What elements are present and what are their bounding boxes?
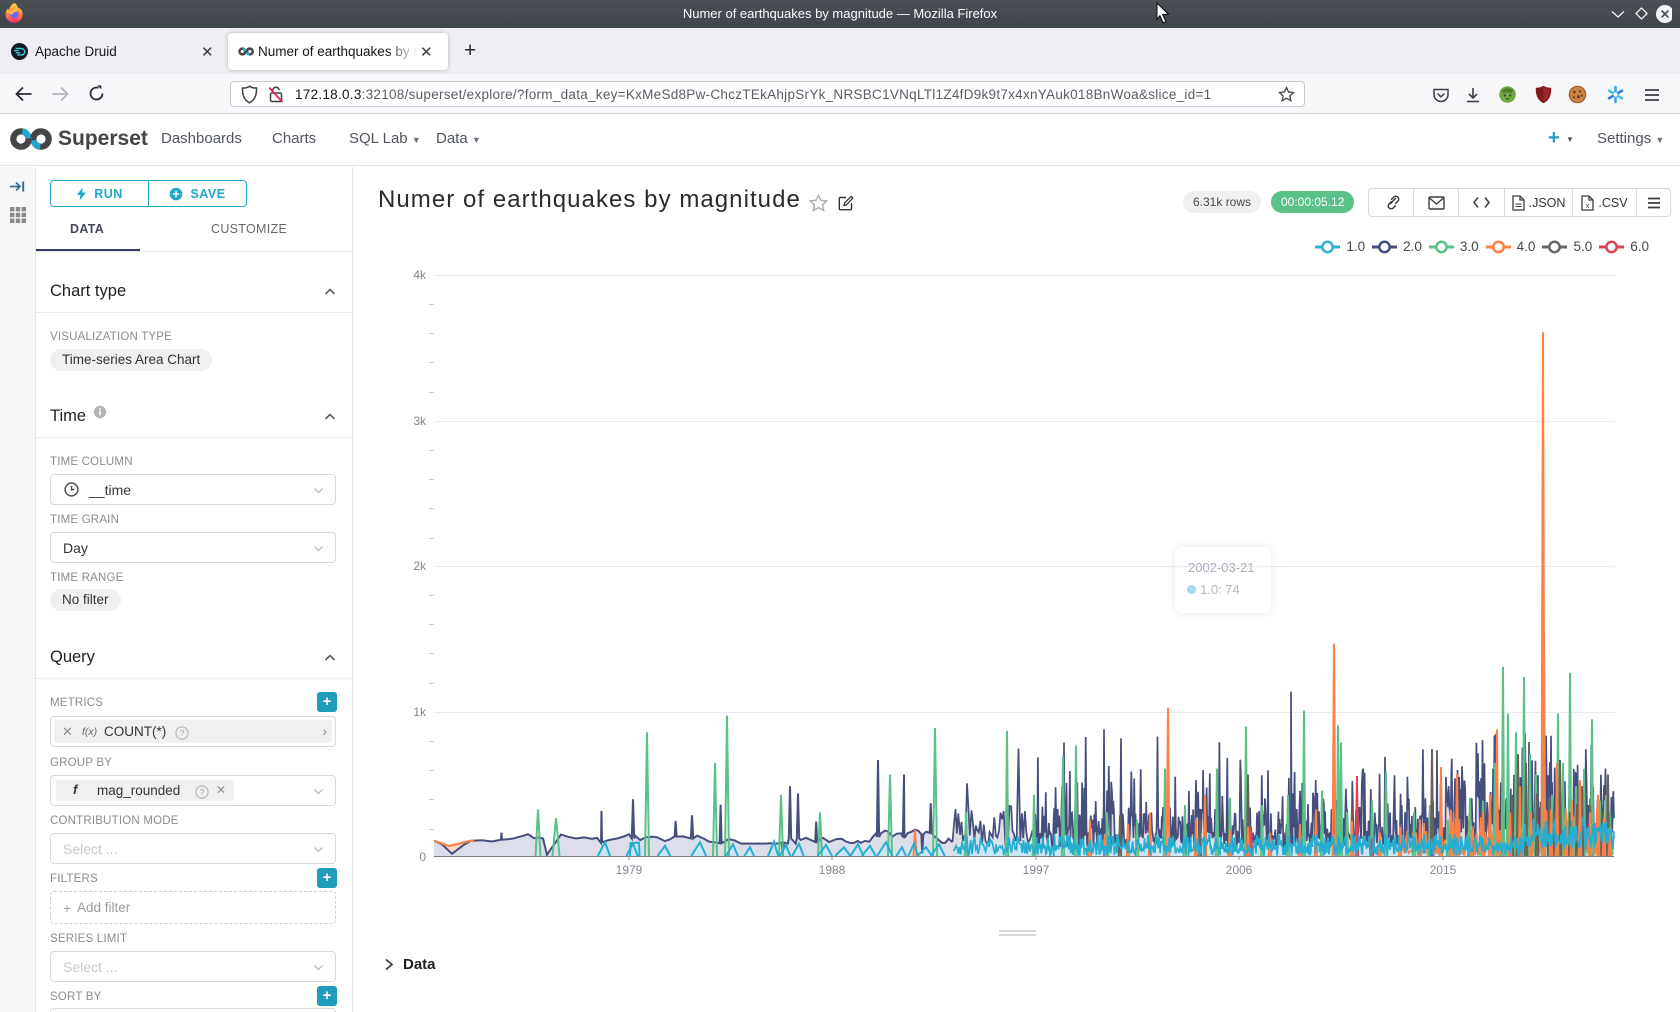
svg-text:x: x [1586,203,1590,210]
svg-text:?: ? [180,728,185,738]
svg-text:?: ? [200,787,205,797]
